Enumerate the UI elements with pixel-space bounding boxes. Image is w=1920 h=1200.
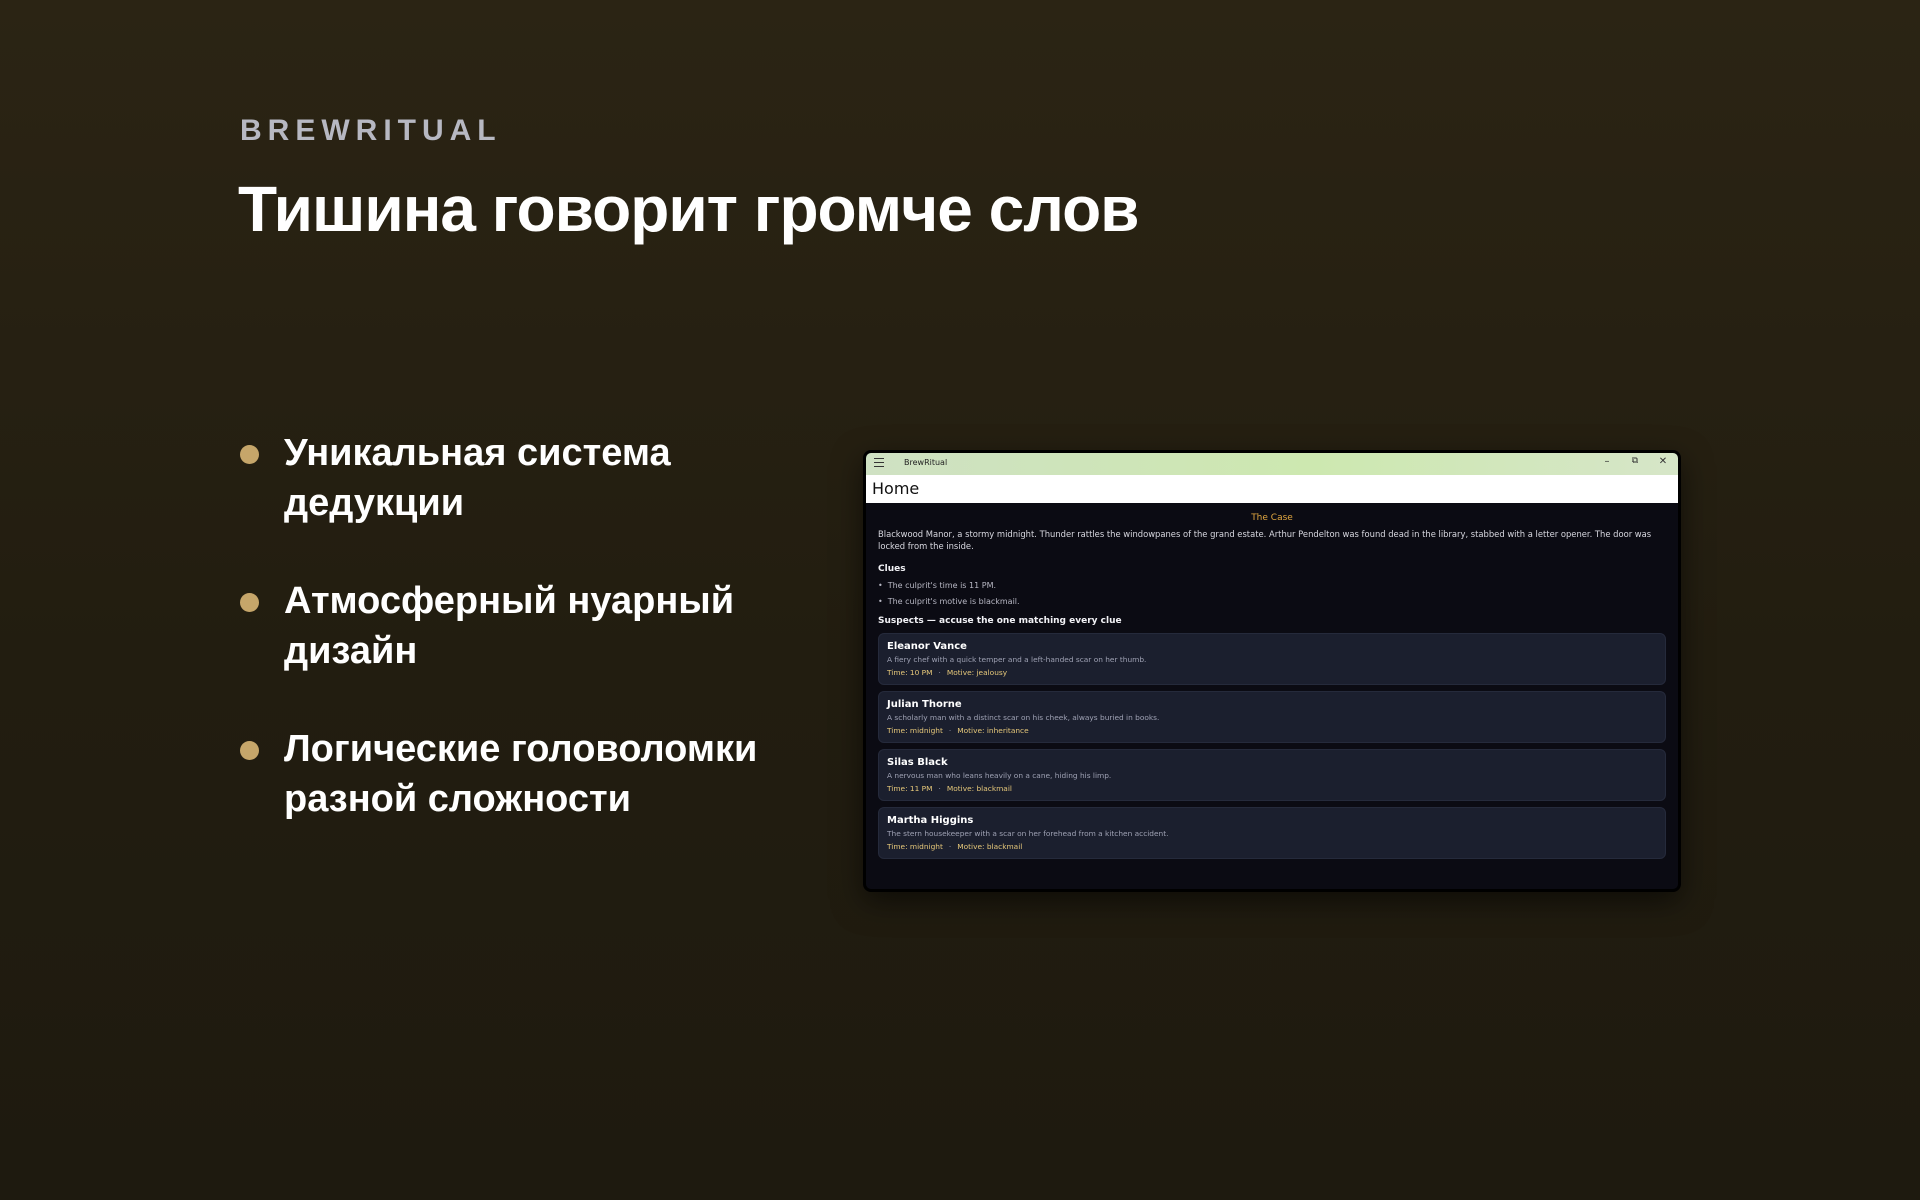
- suspect-name: Julian Thorne: [887, 699, 962, 710]
- suspects-heading: Suspects — accuse the one matching every…: [878, 616, 1122, 626]
- app-title: BrewRitual: [904, 458, 948, 467]
- page-title: Home: [872, 479, 920, 498]
- hamburger-menu-icon[interactable]: [874, 458, 884, 470]
- app-window-screenshot: BrewRitual – ⧉ ✕ Home The Case Blackwood…: [863, 450, 1681, 892]
- clue-item: • The culprit's motive is blackmail.: [878, 597, 1666, 606]
- brand-label: BREWRITUAL: [240, 114, 502, 147]
- suspect-time: Time: midnight: [887, 842, 943, 851]
- suspect-name: Martha Higgins: [887, 815, 974, 826]
- suspect-meta: Time: midnight · Motive: inheritance: [887, 726, 1029, 735]
- clue-item: • The culprit's time is 11 PM.: [878, 581, 1666, 590]
- suspect-description: A nervous man who leans heavily on a can…: [887, 771, 1112, 780]
- bullet-icon: •: [878, 597, 883, 606]
- suspect-card[interactable]: Martha Higgins The stern housekeeper wit…: [878, 807, 1666, 859]
- clue-text: The culprit's motive is blackmail.: [887, 597, 1020, 606]
- suspect-motive: Motive: blackmail: [957, 842, 1023, 851]
- suspect-motive: Motive: inheritance: [957, 726, 1029, 735]
- suspect-meta: Time: midnight · Motive: blackmail: [887, 842, 1023, 851]
- suspect-description: A scholarly man with a distinct scar on …: [887, 713, 1160, 722]
- feature-text: Уникальная система дедукции: [284, 432, 671, 524]
- suspect-time: Time: 11 PM: [887, 784, 933, 793]
- feature-item: Логические головоломки разной сложности: [240, 724, 840, 824]
- bullet-dot-icon: [240, 741, 259, 760]
- suspect-meta: Time: 10 PM · Motive: jealousy: [887, 668, 1008, 677]
- feature-text: Логические головоломки разной сложности: [284, 728, 758, 820]
- suspect-motive: Motive: blackmail: [946, 784, 1012, 793]
- app-header: Home: [866, 475, 1678, 503]
- clue-text: The culprit's time is 11 PM.: [887, 581, 997, 590]
- suspect-description: The stern housekeeper with a scar on her…: [887, 829, 1169, 838]
- case-content: The Case Blackwood Manor, a stormy midni…: [866, 503, 1678, 859]
- bullet-dot-icon: [240, 593, 259, 612]
- suspect-description: A fiery chef with a quick temper and a l…: [887, 655, 1147, 664]
- close-button[interactable]: ✕: [1656, 456, 1670, 467]
- clues-heading: Clues: [878, 564, 906, 574]
- suspect-time: Time: 10 PM: [887, 668, 933, 677]
- suspect-card[interactable]: Eleanor Vance A fiery chef with a quick …: [878, 633, 1666, 685]
- feature-list: Уникальная система дедукции Атмосферный …: [240, 428, 840, 872]
- maximize-button[interactable]: ⧉: [1628, 456, 1642, 466]
- feature-item: Уникальная система дедукции: [240, 428, 840, 528]
- suspect-name: Silas Black: [887, 757, 948, 768]
- bullet-icon: •: [878, 581, 883, 590]
- headline: Тишина говорит громче слов: [238, 173, 1139, 245]
- minimize-button[interactable]: –: [1600, 456, 1614, 467]
- suspect-card[interactable]: Julian Thorne A scholarly man with a dis…: [878, 691, 1666, 743]
- suspect-motive: Motive: jealousy: [946, 668, 1008, 677]
- suspect-name: Eleanor Vance: [887, 641, 967, 652]
- case-description: Blackwood Manor, a stormy midnight. Thun…: [878, 529, 1652, 551]
- suspect-time: Time: midnight: [887, 726, 943, 735]
- suspect-card[interactable]: Silas Black A nervous man who leans heav…: [878, 749, 1666, 801]
- feature-item: Атмосферный нуарный дизайн: [240, 576, 840, 676]
- feature-text: Атмосферный нуарный дизайн: [284, 580, 735, 672]
- suspect-meta: Time: 11 PM · Motive: blackmail: [887, 784, 1012, 793]
- title-bar: BrewRitual – ⧉ ✕: [866, 453, 1678, 475]
- bullet-dot-icon: [240, 445, 259, 464]
- case-title: The Case: [1251, 513, 1293, 523]
